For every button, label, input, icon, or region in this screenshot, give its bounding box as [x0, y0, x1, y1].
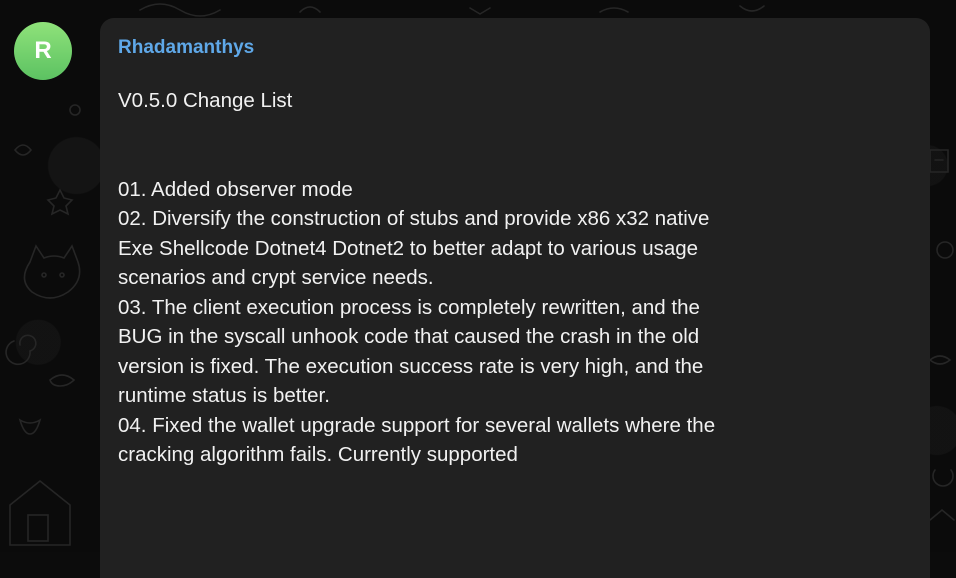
message-line: 04. Fixed the wallet upgrade support for…: [118, 413, 716, 437]
message-line: 02. Diversify the construction of stubs …: [118, 207, 710, 230]
avatar[interactable]: R: [14, 22, 72, 80]
message-line: scenarios and crypt service needs.: [118, 266, 434, 289]
sender-name[interactable]: Rhadamanthys: [118, 36, 254, 60]
avatar-initial: R: [34, 37, 52, 64]
message-line: 01. Added observer mode: [118, 177, 353, 201]
message-line: BUG in the syscall unhook code that caus…: [118, 325, 700, 348]
message-title: V0.5.0 Change List: [118, 89, 293, 112]
message-line: version is fixed. The execution success …: [118, 354, 704, 378]
message-line: runtime status is better.: [118, 384, 330, 407]
message-text: V0.5.0 Change List 01. Added observer mo…: [118, 86, 908, 470]
message-line: 03. The client execution process is comp…: [118, 295, 700, 319]
message-line: Exe Shellcode Dotnet4 Dotnet2 to better …: [118, 236, 699, 260]
message-line: cracking algorithm fails. Currently supp…: [118, 443, 518, 466]
